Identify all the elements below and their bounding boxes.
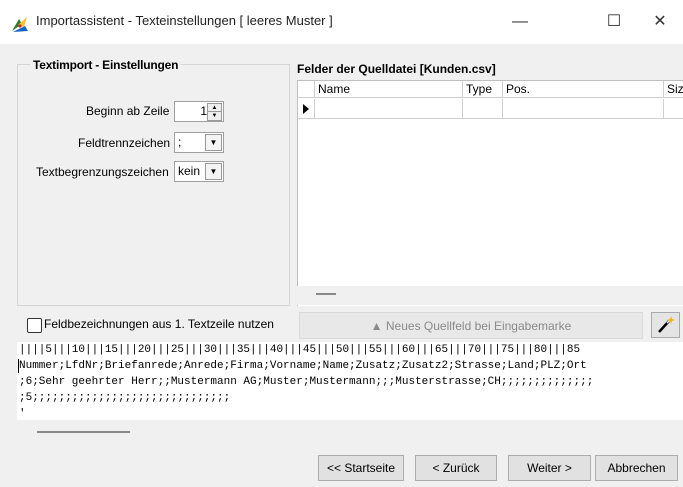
text-qualifier-value: kein bbox=[178, 164, 201, 178]
spin-down-icon[interactable]: ▼ bbox=[207, 111, 222, 121]
next-button[interactable]: Weiter > bbox=[508, 455, 591, 481]
use-header-checkbox-label[interactable]: Feldbezeichnungen aus 1. Textzeile nutze… bbox=[44, 317, 274, 331]
column-header-size[interactable]: Size bbox=[664, 81, 683, 98]
text-preview[interactable]: ||||5|||10|||15|||20|||25|||30|||35|||40… bbox=[17, 342, 683, 420]
window-title: Importassistent - Texteinstellungen [ le… bbox=[36, 13, 333, 28]
grid-corner bbox=[298, 81, 315, 98]
delimiter-label: Feldtrennzeichen bbox=[78, 136, 171, 150]
row-pointer-icon bbox=[303, 104, 309, 114]
chevron-down-icon[interactable]: ▼ bbox=[205, 134, 222, 151]
start-row-label: Beginn ab Zeile bbox=[86, 104, 170, 118]
preview-line: ' bbox=[19, 408, 26, 420]
app-logo-icon bbox=[12, 17, 28, 32]
text-qualifier-label: Textbegrenzungszeichen bbox=[36, 165, 169, 179]
settings-group-title: Textimport - Einstellungen bbox=[30, 58, 182, 72]
grid-scrollbar[interactable] bbox=[297, 286, 683, 305]
grid-scroll-thumb[interactable] bbox=[316, 293, 336, 295]
preview-line: Nummer;LfdNr;Briefanrede;Anrede;Firma;Vo… bbox=[19, 360, 587, 372]
start-row-spinner[interactable]: 1 ▲ ▼ bbox=[174, 101, 224, 122]
delimiter-select[interactable]: ; ▼ bbox=[174, 132, 224, 153]
magic-wand-icon bbox=[658, 316, 675, 333]
table-row-cell-type[interactable] bbox=[463, 99, 503, 119]
preview-scroll-thumb[interactable] bbox=[37, 431, 130, 433]
preview-line: ;6;Sehr geehrter Herr;;Mustermann AG;Mus… bbox=[19, 376, 594, 388]
chevron-down-icon[interactable]: ▼ bbox=[205, 163, 222, 180]
text-cursor bbox=[18, 359, 19, 373]
table-row-cell-size[interactable] bbox=[664, 99, 683, 119]
source-fields-grid[interactable]: Name Type Pos. Size bbox=[297, 80, 683, 306]
new-source-field-button[interactable]: ▲ Neues Quellfeld bei Eingabemarke bbox=[299, 312, 643, 339]
maximize-button[interactable]: ☐ bbox=[591, 4, 637, 40]
preview-line: ;5;;;;;;;;;;;;;;;;;;;;;;;;;;;;;; bbox=[19, 392, 231, 404]
start-row-value: 1 bbox=[200, 104, 207, 118]
back-button[interactable]: < Zurück bbox=[415, 455, 497, 481]
column-header-type[interactable]: Type bbox=[463, 81, 503, 98]
minimize-button[interactable]: — bbox=[497, 4, 543, 40]
magic-wand-button[interactable] bbox=[651, 312, 680, 338]
table-row-cell-name[interactable] bbox=[315, 99, 463, 119]
start-page-button[interactable]: << Startseite bbox=[318, 455, 404, 481]
cancel-button[interactable]: Abbrechen bbox=[595, 455, 678, 481]
column-header-name[interactable]: Name bbox=[315, 81, 463, 98]
text-qualifier-select[interactable]: kein ▼ bbox=[174, 161, 224, 182]
column-header-pos[interactable]: Pos. bbox=[503, 81, 664, 98]
use-header-checkbox[interactable] bbox=[27, 318, 42, 333]
close-button[interactable]: ✕ bbox=[637, 4, 683, 40]
settings-groupbox bbox=[17, 64, 290, 306]
preview-ruler: ||||5|||10|||15|||20|||25|||30|||35|||40… bbox=[19, 344, 581, 356]
source-fields-title: Felder der Quelldatei [Kunden.csv] bbox=[297, 62, 496, 76]
row-indicator bbox=[298, 99, 315, 119]
delimiter-value: ; bbox=[178, 135, 182, 149]
table-row-cell-pos[interactable] bbox=[503, 99, 664, 119]
